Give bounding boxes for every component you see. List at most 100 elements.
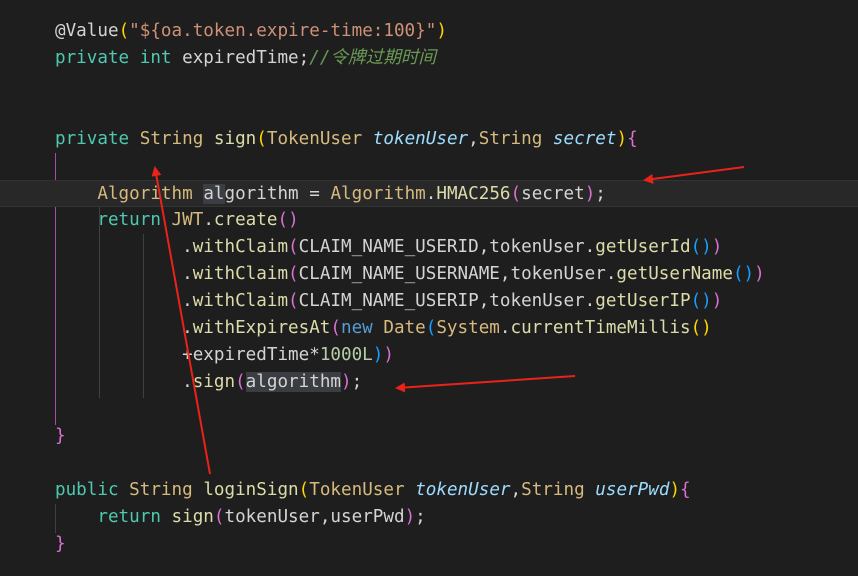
code-line[interactable] bbox=[0, 153, 858, 180]
code-token: userPwd bbox=[595, 480, 670, 500]
code-token: ) bbox=[754, 264, 765, 284]
code-token: sign bbox=[213, 129, 257, 149]
code-token: gorithm = bbox=[224, 184, 331, 204]
code-token: CLAIM_NAME_USERIP,tokenUser. bbox=[298, 291, 596, 311]
code-token: ; bbox=[595, 184, 606, 204]
code-token: withExpiresAt bbox=[192, 318, 331, 338]
code-token: 1000L bbox=[319, 345, 373, 365]
code-token: } bbox=[55, 426, 66, 446]
code-token: . bbox=[55, 264, 193, 284]
code-token: . bbox=[55, 291, 193, 311]
code-token: tokenUser,userPwd bbox=[224, 507, 405, 527]
code-token: () bbox=[732, 264, 755, 284]
code-token: expiredTime; bbox=[182, 48, 310, 68]
code-line[interactable]: .withClaim(CLAIM_NAME_USERNAME,tokenUser… bbox=[0, 261, 858, 288]
code-token: currentTimeMillis bbox=[510, 318, 691, 338]
code-token: withClaim bbox=[192, 264, 289, 284]
code-token: ) bbox=[372, 345, 384, 365]
code-line[interactable]: private int expiredTime;//令牌过期时间 bbox=[0, 45, 858, 72]
code-token: ) bbox=[584, 184, 596, 204]
code-token: String bbox=[129, 480, 204, 500]
code-token: String bbox=[139, 129, 214, 149]
code-line[interactable]: } bbox=[0, 423, 858, 450]
code-token: ( bbox=[256, 129, 267, 149]
code-token: TokenUser bbox=[309, 480, 416, 500]
code-token: TokenUser bbox=[266, 129, 373, 149]
code-token: () bbox=[690, 291, 712, 311]
code-token: ; bbox=[351, 372, 363, 392]
code-token: String bbox=[521, 480, 596, 500]
code-line[interactable]: } bbox=[0, 531, 858, 558]
code-token: ( bbox=[288, 237, 299, 257]
code-token: private bbox=[55, 129, 140, 149]
code-token: Date bbox=[383, 318, 426, 338]
code-token: ) bbox=[404, 507, 416, 527]
code-line[interactable]: public String loginSign(TokenUser tokenU… bbox=[0, 477, 858, 504]
code-token: sign bbox=[192, 372, 236, 392]
code-token: ( bbox=[235, 372, 246, 392]
code-token: ; bbox=[415, 507, 426, 527]
code-token: ) bbox=[288, 210, 299, 230]
code-token: . bbox=[425, 184, 437, 204]
code-token: , bbox=[510, 480, 522, 500]
code-token: ( bbox=[118, 21, 130, 41]
code-token: ) bbox=[341, 372, 352, 392]
code-token: Algorithm bbox=[330, 184, 426, 204]
code-token: +expiredTime* bbox=[55, 345, 320, 365]
code-token: . bbox=[499, 318, 511, 338]
code-token: ) bbox=[711, 291, 723, 311]
code-line[interactable]: private String sign(TokenUser tokenUser,… bbox=[0, 126, 858, 153]
code-token: Algorithm bbox=[97, 184, 204, 204]
code-token: int bbox=[139, 48, 183, 68]
code-line[interactable]: .withClaim(CLAIM_NAME_USERIP,tokenUser.g… bbox=[0, 288, 858, 315]
code-token: getUserId bbox=[595, 237, 691, 257]
code-token: . bbox=[55, 318, 193, 338]
code-line[interactable] bbox=[0, 72, 858, 99]
code-token: return bbox=[97, 507, 172, 527]
code-line[interactable]: .sign(algorithm); bbox=[0, 369, 858, 396]
code-token: ( bbox=[288, 264, 299, 284]
code-token: ( bbox=[330, 318, 341, 338]
code-token: ( bbox=[288, 291, 299, 311]
code-token: System bbox=[436, 318, 500, 338]
code-token: } bbox=[55, 534, 66, 554]
code-token: ( bbox=[213, 507, 225, 527]
code-token: private bbox=[55, 48, 140, 68]
code-token: ( bbox=[425, 318, 437, 338]
code-token: secret bbox=[552, 129, 617, 149]
code-line[interactable]: return JWT.create() bbox=[0, 207, 858, 234]
code-token: String bbox=[478, 129, 553, 149]
code-token: "${oa.token.expire-time:100}" bbox=[129, 21, 437, 41]
code-token: tokenUser bbox=[415, 480, 511, 500]
code-token: getUserName bbox=[616, 264, 733, 284]
code-token: ( bbox=[510, 184, 522, 204]
code-line[interactable]: .withClaim(CLAIM_NAME_USERID,tokenUser.g… bbox=[0, 234, 858, 261]
code-token: ( bbox=[277, 210, 289, 230]
code-token: withClaim bbox=[192, 237, 289, 257]
code-token: withClaim bbox=[192, 291, 289, 311]
code-line[interactable]: @Value("${oa.token.expire-time:100}") bbox=[0, 18, 858, 45]
code-line[interactable] bbox=[0, 99, 858, 126]
code-line[interactable] bbox=[0, 450, 858, 477]
code-token: ( bbox=[298, 480, 310, 500]
code-token: ) bbox=[436, 21, 447, 41]
code-token: CLAIM_NAME_USERNAME,tokenUser. bbox=[298, 264, 617, 284]
code-line[interactable] bbox=[0, 396, 858, 423]
code-token: ) bbox=[616, 129, 628, 149]
code-line[interactable]: Algorithm algorithm = Algorithm.HMAC256(… bbox=[0, 180, 858, 207]
code-line[interactable]: .withExpiresAt(new Date(System.currentTi… bbox=[0, 315, 858, 342]
code-token: . bbox=[55, 372, 193, 392]
code-token: algorithm bbox=[245, 372, 342, 392]
code-token: return bbox=[97, 210, 172, 230]
code-token: sign bbox=[171, 507, 214, 527]
code-line[interactable]: +expiredTime*1000L)) bbox=[0, 342, 858, 369]
code-editor[interactable]: @Value("${oa.token.expire-time:100}") pri… bbox=[0, 0, 858, 576]
code-token: secret bbox=[521, 184, 585, 204]
code-token: . bbox=[203, 210, 214, 230]
code-line[interactable]: return sign(tokenUser,userPwd); bbox=[0, 504, 858, 531]
code-token: ) bbox=[383, 345, 394, 365]
code-token: ) bbox=[669, 480, 681, 500]
